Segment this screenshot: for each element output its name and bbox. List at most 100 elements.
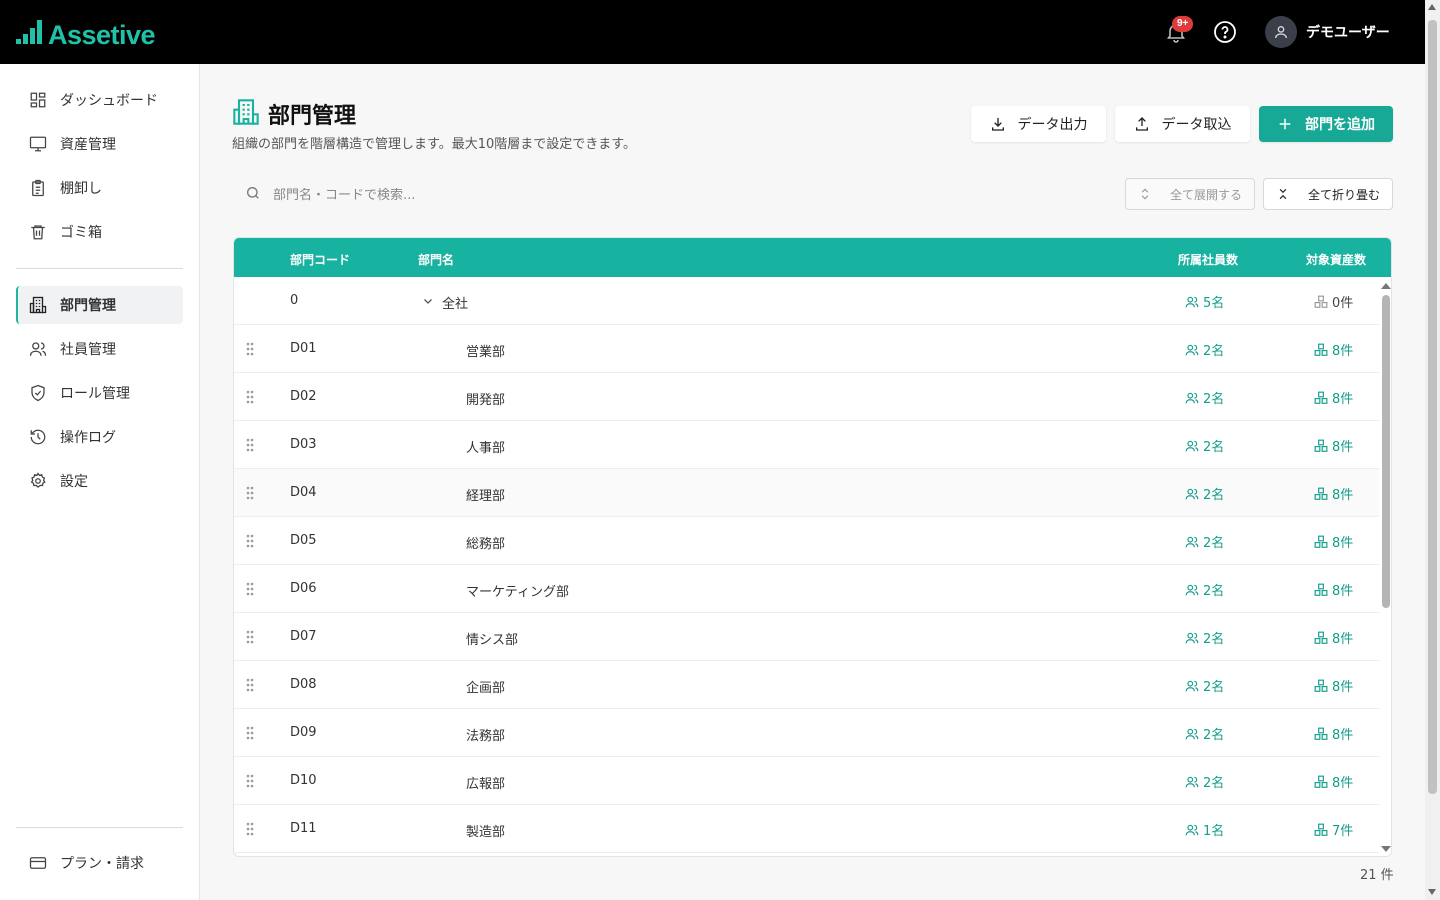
scrollbar-thumb[interactable]: [1428, 20, 1437, 794]
department-name[interactable]: 法務部: [466, 725, 505, 744]
user-name[interactable]: デモユーザー: [1306, 22, 1390, 42]
table-row[interactable]: D07 情シス部 2名 8件: [234, 613, 1379, 661]
drag-handle-icon[interactable]: [246, 390, 254, 408]
asset-count[interactable]: 8件: [1314, 724, 1353, 743]
table-row[interactable]: D06 マーケティング部 2名 8件: [234, 565, 1379, 613]
sidebar-item-settings[interactable]: 設定: [16, 462, 183, 500]
column-header-employees[interactable]: 所属社員数: [1178, 251, 1238, 268]
employee-count[interactable]: 1名: [1185, 820, 1224, 839]
table-row[interactable]: D11 製造部 1名 7件: [234, 805, 1379, 853]
department-name[interactable]: 開発部: [466, 389, 505, 408]
table-row[interactable]: D03 人事部 2名 8件: [234, 421, 1379, 469]
department-name[interactable]: 企画部: [466, 677, 505, 696]
table-scrollbar-thumb[interactable]: [1382, 295, 1390, 608]
expand-all-button[interactable]: 全て展開する: [1125, 178, 1255, 210]
window-scrollbar[interactable]: [1425, 0, 1440, 900]
sidebar-item-employees[interactable]: 社員管理: [16, 330, 183, 368]
sidebar-item-logs[interactable]: 操作ログ: [16, 418, 183, 456]
column-header-assets[interactable]: 対象資産数: [1306, 251, 1366, 268]
asset-count-value: 8件: [1332, 440, 1354, 455]
employee-count[interactable]: 2名: [1185, 340, 1224, 359]
search-box[interactable]: [233, 178, 733, 212]
department-name[interactable]: 製造部: [466, 821, 505, 840]
sidebar-item-roles[interactable]: ロール管理: [16, 374, 183, 412]
table-row[interactable]: D05 総務部 2名 8件: [234, 517, 1379, 565]
scroll-up-arrow-icon[interactable]: [1381, 283, 1391, 289]
drag-handle-icon[interactable]: [246, 678, 254, 696]
employee-count[interactable]: 2名: [1185, 580, 1224, 599]
drag-handle-icon[interactable]: [246, 486, 254, 504]
department-name[interactable]: 総務部: [466, 533, 505, 552]
employee-count[interactable]: 2名: [1185, 436, 1224, 455]
table-row[interactable]: D04 経理部 2名 8件: [234, 469, 1379, 517]
asset-count[interactable]: 0件: [1314, 292, 1353, 311]
department-name[interactable]: 営業部: [466, 341, 505, 360]
employee-count[interactable]: 2名: [1185, 388, 1224, 407]
drag-handle-icon[interactable]: [246, 534, 254, 552]
department-code: D05: [290, 533, 317, 548]
sidebar-item-assets[interactable]: 資産管理: [16, 125, 183, 163]
scroll-down-arrow-icon[interactable]: [1428, 889, 1436, 895]
search-input[interactable]: [273, 187, 673, 203]
department-name[interactable]: 全社: [442, 293, 468, 312]
table-row[interactable]: D01 営業部 2名 8件: [234, 325, 1379, 373]
asset-count[interactable]: 7件: [1314, 820, 1353, 839]
users-icon: [1185, 728, 1199, 739]
drag-handle-icon[interactable]: [246, 630, 254, 648]
employee-count[interactable]: 2名: [1185, 532, 1224, 551]
scroll-up-arrow-icon[interactable]: [1428, 4, 1436, 10]
help-icon[interactable]: [1213, 20, 1237, 44]
add-department-button[interactable]: 部門を追加: [1259, 106, 1393, 142]
employee-count[interactable]: 2名: [1185, 724, 1224, 743]
department-name[interactable]: 経理部: [466, 485, 505, 504]
sidebar-item-label: プラン・請求: [60, 856, 144, 872]
sidebar-item-trash[interactable]: ゴミ箱: [16, 213, 183, 251]
asset-count[interactable]: 8件: [1314, 580, 1353, 599]
asset-count[interactable]: 8件: [1314, 484, 1353, 503]
column-header-code[interactable]: 部門コード: [290, 251, 350, 268]
table-row[interactable]: 0 全社 5名 0件: [234, 277, 1379, 325]
drag-handle-icon[interactable]: [246, 774, 254, 792]
drag-handle-icon[interactable]: [246, 822, 254, 840]
column-header-name[interactable]: 部門名: [418, 251, 454, 268]
sidebar-item-inventory[interactable]: 棚卸し: [16, 169, 183, 207]
add-label: 部門を追加: [1305, 117, 1375, 133]
asset-count[interactable]: 8件: [1314, 676, 1353, 695]
chevron-down-icon[interactable]: [422, 295, 434, 311]
users-icon: [1185, 584, 1199, 595]
asset-count[interactable]: 8件: [1314, 388, 1353, 407]
drag-handle-icon[interactable]: [246, 726, 254, 744]
department-name[interactable]: 人事部: [466, 437, 505, 456]
asset-count[interactable]: 8件: [1314, 772, 1353, 791]
asset-count[interactable]: 8件: [1314, 628, 1353, 647]
employee-count[interactable]: 2名: [1185, 628, 1224, 647]
user-avatar[interactable]: [1265, 16, 1297, 48]
drag-handle-icon[interactable]: [246, 438, 254, 456]
sidebar-item-dashboard[interactable]: ダッシュボード: [16, 81, 183, 119]
employee-count[interactable]: 2名: [1185, 676, 1224, 695]
table-row[interactable]: D10 広報部 2名 8件: [234, 757, 1379, 805]
asset-count[interactable]: 8件: [1314, 340, 1353, 359]
drag-handle-icon[interactable]: [246, 342, 254, 360]
department-name[interactable]: 広報部: [466, 773, 505, 792]
asset-count[interactable]: 8件: [1314, 436, 1353, 455]
table-row[interactable]: D02 開発部 2名 8件: [234, 373, 1379, 421]
table-scrollbar[interactable]: [1379, 277, 1391, 856]
collapse-all-button[interactable]: 全て折り畳む: [1263, 178, 1393, 210]
asset-count[interactable]: 8件: [1314, 532, 1353, 551]
table-row[interactable]: D08 企画部 2名 8件: [234, 661, 1379, 709]
export-button[interactable]: データ出力: [971, 106, 1106, 142]
table-row[interactable]: D09 法務部 2名 8件: [234, 709, 1379, 757]
import-button[interactable]: データ取込: [1115, 106, 1250, 142]
sidebar-item-departments[interactable]: 部門管理: [16, 286, 183, 324]
employee-count[interactable]: 2名: [1185, 772, 1224, 791]
drag-handle-icon[interactable]: [246, 582, 254, 600]
app-logo[interactable]: Assetive: [16, 19, 156, 51]
department-name[interactable]: 情シス部: [466, 629, 518, 648]
employee-count[interactable]: 5名: [1185, 292, 1224, 311]
sidebar-item-billing[interactable]: プラン・請求: [16, 844, 183, 882]
scroll-down-arrow-icon[interactable]: [1381, 846, 1391, 852]
boxes-icon: [1314, 775, 1328, 788]
department-name[interactable]: マーケティング部: [466, 581, 569, 600]
employee-count[interactable]: 2名: [1185, 484, 1224, 503]
